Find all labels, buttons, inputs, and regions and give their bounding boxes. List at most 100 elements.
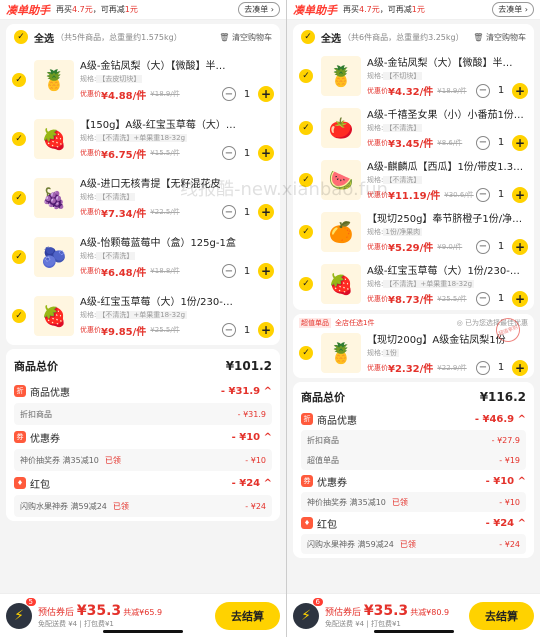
lightning-cart-icon[interactable]: ⚡ 6 bbox=[293, 597, 323, 629]
item-checkbox[interactable]: ✓ bbox=[12, 190, 26, 205]
lightning-cart-icon[interactable]: ⚡ 5 bbox=[6, 597, 36, 629]
increase-button[interactable]: + bbox=[512, 238, 528, 255]
red-packet-row[interactable]: ♦ 红包 - ¥24 ^ bbox=[14, 471, 272, 495]
product-spec: 规格: 【不清洗】+单果重18-32g bbox=[80, 134, 188, 142]
decrease-button[interactable]: − bbox=[476, 239, 490, 254]
increase-button[interactable]: + bbox=[512, 82, 528, 99]
item-checkbox[interactable]: ✓ bbox=[299, 173, 313, 187]
product-image[interactable]: 🍉 bbox=[321, 160, 361, 200]
item-checkbox[interactable]: ✓ bbox=[299, 225, 313, 239]
product-image[interactable]: 🍓 bbox=[321, 264, 361, 304]
product-image[interactable]: 🍅 bbox=[321, 108, 361, 148]
product-name[interactable]: A级-千禧圣女果（小）小番茄1份… bbox=[367, 106, 528, 121]
original-price: ¥25.5/件 bbox=[437, 294, 467, 303]
decrease-button[interactable]: − bbox=[476, 291, 490, 306]
product-image[interactable]: 🍓 bbox=[34, 295, 74, 336]
product-image[interactable]: 🍍 bbox=[321, 333, 361, 373]
cart-item: ✓ 🍇 A级-进口无核青提【无籽混花皮 规格: 【不清洗】 优惠价 ¥7.34/件 ¥22.5… bbox=[6, 168, 280, 227]
go-add-items-button[interactable]: 去凑单 › bbox=[492, 2, 534, 17]
product-spec: 规格: 【不清洗】+单果重18-32g bbox=[80, 311, 188, 319]
product-info: A级-麒麟瓜【西瓜】1份/带皮1.3… 规格: 【不清洗】 优惠价 ¥11.19/件 ¥3… bbox=[367, 158, 528, 203]
increase-button[interactable]: + bbox=[258, 145, 274, 161]
total-row: 商品总价 ¥116.2 bbox=[301, 390, 526, 404]
coupon-row[interactable]: 券优惠券 - ¥10 ^ bbox=[14, 425, 272, 449]
product-spec: 规格: 【去皮切块】 bbox=[80, 75, 143, 83]
increase-button[interactable]: + bbox=[512, 359, 528, 376]
clear-cart-button[interactable]: 🗑 清空购物车 bbox=[473, 32, 526, 43]
product-name[interactable]: 【现切250g】奉节脐橙子1份/净… bbox=[367, 210, 528, 225]
product-image[interactable]: 🫐 bbox=[34, 236, 74, 277]
decrease-button[interactable]: − bbox=[476, 135, 490, 150]
increase-button[interactable]: + bbox=[512, 134, 528, 151]
quantity-value: 1 bbox=[497, 137, 505, 148]
clear-cart-button[interactable]: 🗑 清空购物车 bbox=[219, 32, 272, 43]
select-all-checkbox[interactable]: ✓ bbox=[14, 30, 28, 44]
checkout-button[interactable]: 去结算 bbox=[469, 601, 534, 630]
product-image[interactable]: 🍍 bbox=[321, 56, 361, 96]
trash-icon: 🗑 bbox=[473, 32, 486, 42]
red-packet-row[interactable]: ♦ 红包 - ¥24 ^ bbox=[301, 512, 526, 534]
coupon-detail: 神价抽奖券 满35减10 已领 - ¥10 bbox=[301, 492, 526, 512]
product-name[interactable]: A级-红宝玉草莓（大）1份/230-… bbox=[80, 293, 274, 308]
price-row: 优惠价 ¥9.85/件 ¥25.5/件 −1 + bbox=[80, 322, 274, 338]
select-all-checkbox[interactable]: ✓ bbox=[301, 30, 315, 44]
product-name[interactable]: A级-红宝玉草莓（大）1份/230-… bbox=[367, 262, 528, 277]
coupon-badge-icon: 券 bbox=[14, 431, 26, 443]
decrease-button[interactable]: − bbox=[476, 360, 490, 375]
decrease-button[interactable]: − bbox=[222, 87, 236, 101]
product-info: 【150g】A级-红宝玉草莓（大）… 规格: 【不清洗】+单果重18-32g 优惠价 ¥… bbox=[80, 116, 274, 161]
product-image[interactable]: 🍓 bbox=[34, 118, 74, 159]
quantity-value: 1 bbox=[243, 265, 251, 277]
item-checkbox[interactable]: ✓ bbox=[299, 69, 313, 83]
promo-link[interactable]: 全店任选1件 bbox=[335, 318, 374, 328]
product-name[interactable]: A级-怡颗莓蓝莓中（盒）125g-1盒 bbox=[80, 234, 274, 249]
quantity-stepper: −1 + bbox=[222, 204, 274, 220]
increase-button[interactable]: + bbox=[512, 186, 528, 203]
checkout-button[interactable]: 去结算 bbox=[215, 601, 280, 630]
quantity-value: 1 bbox=[243, 206, 251, 218]
item-checkbox[interactable]: ✓ bbox=[299, 277, 313, 291]
select-all-row: ✓ 全选 （共6件商品，总重量约3.25kg） 🗑 清空购物车 bbox=[293, 24, 534, 50]
item-checkbox[interactable]: ✓ bbox=[12, 72, 26, 87]
discount-row[interactable]: 折商品优惠 - ¥46.9 ^ bbox=[301, 408, 526, 430]
decrease-button[interactable]: − bbox=[222, 323, 236, 337]
item-checkbox[interactable]: ✓ bbox=[299, 346, 313, 360]
go-add-items-button[interactable]: 去凑单 › bbox=[238, 2, 280, 17]
original-price: ¥9.0/件 bbox=[437, 242, 463, 251]
decrease-button[interactable]: − bbox=[222, 264, 236, 278]
product-spec: 规格: 1份 bbox=[367, 348, 399, 357]
discount-price: ¥11.19/件 bbox=[388, 191, 441, 202]
cart-item: ✓ 🍊 【现切250g】奉节脐橙子1份/净… 规格: 1份/净果肉 优惠价 ¥5.29/件 ¥… bbox=[293, 206, 534, 258]
increase-button[interactable]: + bbox=[258, 322, 274, 338]
item-checkbox[interactable]: ✓ bbox=[12, 249, 26, 264]
cart-count-badge: 5 bbox=[25, 597, 36, 606]
increase-button[interactable]: + bbox=[258, 204, 274, 220]
decrease-button[interactable]: − bbox=[476, 83, 490, 98]
original-price: ¥22.5/件 bbox=[150, 208, 180, 216]
decrease-button[interactable]: − bbox=[222, 205, 236, 219]
cart-count-badge: 6 bbox=[312, 597, 323, 606]
decrease-button[interactable]: − bbox=[476, 187, 490, 202]
increase-button[interactable]: + bbox=[258, 86, 274, 102]
item-checkbox[interactable]: ✓ bbox=[299, 121, 313, 135]
item-checkbox[interactable]: ✓ bbox=[12, 131, 26, 146]
price-row: 优惠价 ¥3.45/件 ¥8.6/件 −1 + bbox=[367, 134, 528, 151]
product-name[interactable]: A级-金钻凤梨（大）【微酸】半… bbox=[80, 57, 274, 72]
product-name[interactable]: 【150g】A级-红宝玉草莓（大）… bbox=[80, 116, 274, 131]
helper-message: 再买4.7元，可再减1元 bbox=[56, 5, 138, 14]
decrease-button[interactable]: − bbox=[222, 146, 236, 160]
product-name[interactable]: A级-麒麟瓜【西瓜】1份/带皮1.3… bbox=[367, 158, 528, 173]
product-name[interactable]: A级-金钻凤梨（大）【微酸】半… bbox=[367, 54, 528, 69]
increase-button[interactable]: + bbox=[512, 290, 528, 307]
coupon-row[interactable]: 券优惠券 - ¥10 ^ bbox=[301, 470, 526, 492]
discount-row[interactable]: 折商品优惠 - ¥31.9 ^ bbox=[14, 379, 272, 403]
increase-button[interactable]: + bbox=[258, 263, 274, 279]
quantity-stepper: −1 + bbox=[222, 145, 274, 161]
product-name[interactable]: A级-进口无核青提【无籽混花皮 bbox=[80, 175, 274, 190]
product-image[interactable]: 🍍 bbox=[34, 59, 74, 100]
product-image[interactable]: 🍊 bbox=[321, 212, 361, 252]
original-price: ¥18.8/件 bbox=[150, 267, 180, 275]
item-checkbox[interactable]: ✓ bbox=[12, 308, 26, 323]
total-amount: ¥101.2 bbox=[225, 359, 272, 373]
product-image[interactable]: 🍇 bbox=[34, 177, 74, 218]
